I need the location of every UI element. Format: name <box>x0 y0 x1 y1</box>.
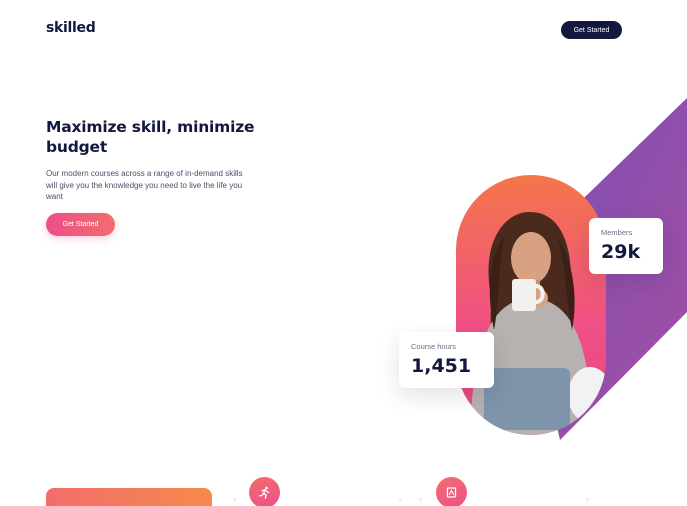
members-value: 29k <box>601 241 641 263</box>
bottom-feature-card <box>46 488 212 506</box>
header-get-started-button[interactable]: Get Started <box>561 21 622 39</box>
course-hours-label: Course hours <box>411 342 457 351</box>
decorative-dot <box>586 498 589 501</box>
course-hours-stat-card: Course hours 1,451 <box>399 332 494 388</box>
members-label: Members <box>601 228 633 237</box>
book-icon <box>436 477 467 506</box>
decorative-dot <box>419 498 422 501</box>
hero-pill <box>456 175 606 435</box>
hero-description: Our modern courses across a range of in-… <box>46 169 243 201</box>
hero-get-started-button[interactable]: Get Started <box>46 213 115 236</box>
logo[interactable]: skilled <box>46 20 96 36</box>
hero-illustration <box>456 98 687 440</box>
members-stat-card: Members 29k <box>589 218 663 274</box>
course-hours-value: 1,451 <box>411 355 472 377</box>
decorative-dot <box>233 498 236 501</box>
hero-title: Maximize skill, minimize budget <box>46 118 255 156</box>
running-person-icon <box>249 477 280 506</box>
decorative-dot <box>399 498 402 501</box>
